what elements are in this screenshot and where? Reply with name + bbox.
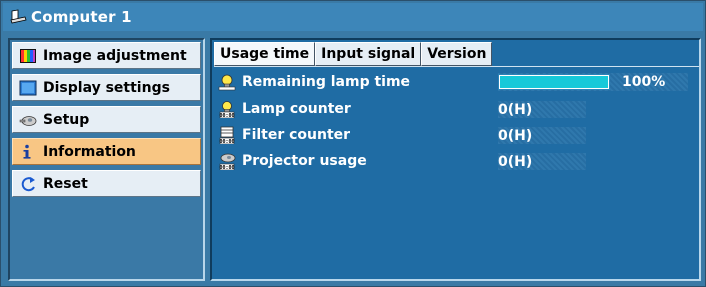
image-adjustment-icon	[19, 48, 37, 64]
display-settings-icon	[19, 80, 37, 96]
svg-text:00:00: 00:00	[219, 113, 234, 118]
projector-usage-row: 00:00 Projector usage 0(H)	[218, 149, 688, 173]
svg-text:00:00: 00:00	[219, 139, 234, 144]
sidebar-item-label: Image adjustment	[43, 47, 187, 64]
sidebar-item-image-adjustment[interactable]: Image adjustment	[12, 42, 201, 69]
sidebar-item-information[interactable]: Information	[12, 138, 201, 165]
sidebar-item-label: Reset	[43, 175, 88, 192]
filter-counter-value: 0(H)	[498, 127, 533, 144]
projector-usage-label: Projector usage	[242, 153, 367, 169]
svg-text:00:00: 00:00	[219, 165, 234, 170]
computer-icon	[9, 9, 27, 25]
lamp-counter-label: Lamp counter	[242, 101, 351, 117]
sidebar-item-label: Information	[43, 143, 136, 160]
title-bar: Computer 1	[3, 3, 703, 31]
sidebar-item-label: Setup	[43, 111, 90, 128]
remaining-lamp-percent: 100%	[622, 74, 666, 90]
sidebar-item-reset[interactable]: Reset	[12, 170, 201, 197]
tab-input-signal[interactable]: Input signal	[315, 42, 422, 66]
tab-usage-time[interactable]: Usage time	[214, 42, 316, 66]
filter-counter-icon: 00:00	[218, 126, 236, 145]
filter-counter-label: Filter counter	[242, 127, 351, 143]
projector-usage-value: 0(H)	[498, 153, 533, 170]
sidebar-menu: Image adjustment Display settings Setup	[8, 38, 205, 281]
information-icon	[19, 144, 37, 160]
window-title: Computer 1	[31, 8, 132, 26]
remaining-lamp-row: Remaining lamp time 100%	[218, 70, 688, 94]
tab-version[interactable]: Version	[421, 42, 493, 66]
sidebar-item-display-settings[interactable]: Display settings	[12, 74, 201, 101]
reset-icon	[19, 176, 37, 192]
setup-icon	[19, 112, 37, 128]
sidebar-item-setup[interactable]: Setup	[12, 106, 201, 133]
lamp-bar-fill	[500, 76, 608, 88]
osd-window: Computer 1 Image adjustment Display sett…	[0, 0, 706, 287]
lamp-counter-value-box: 0(H)	[498, 101, 586, 118]
remaining-lamp-bar: 100%	[498, 73, 688, 91]
filter-counter-value-box: 0(H)	[498, 127, 586, 144]
remaining-lamp-label: Remaining lamp time	[242, 74, 411, 90]
tab-bar: Usage time Input signal Version	[214, 42, 493, 66]
lamp-remaining-icon	[218, 73, 236, 91]
information-panel: Usage time Input signal Version Remainin…	[210, 38, 701, 281]
tab-divider	[214, 66, 699, 67]
lamp-bar-track	[498, 74, 610, 90]
lamp-counter-icon: 00:00	[218, 100, 236, 119]
filter-counter-row: 00:00 Filter counter 0(H)	[218, 123, 688, 147]
sidebar-item-label: Display settings	[43, 79, 170, 96]
lamp-counter-value: 0(H)	[498, 101, 533, 118]
projector-usage-value-box: 0(H)	[498, 153, 586, 170]
projector-usage-icon: 00:00	[218, 152, 236, 171]
lamp-counter-row: 00:00 Lamp counter 0(H)	[218, 97, 688, 121]
